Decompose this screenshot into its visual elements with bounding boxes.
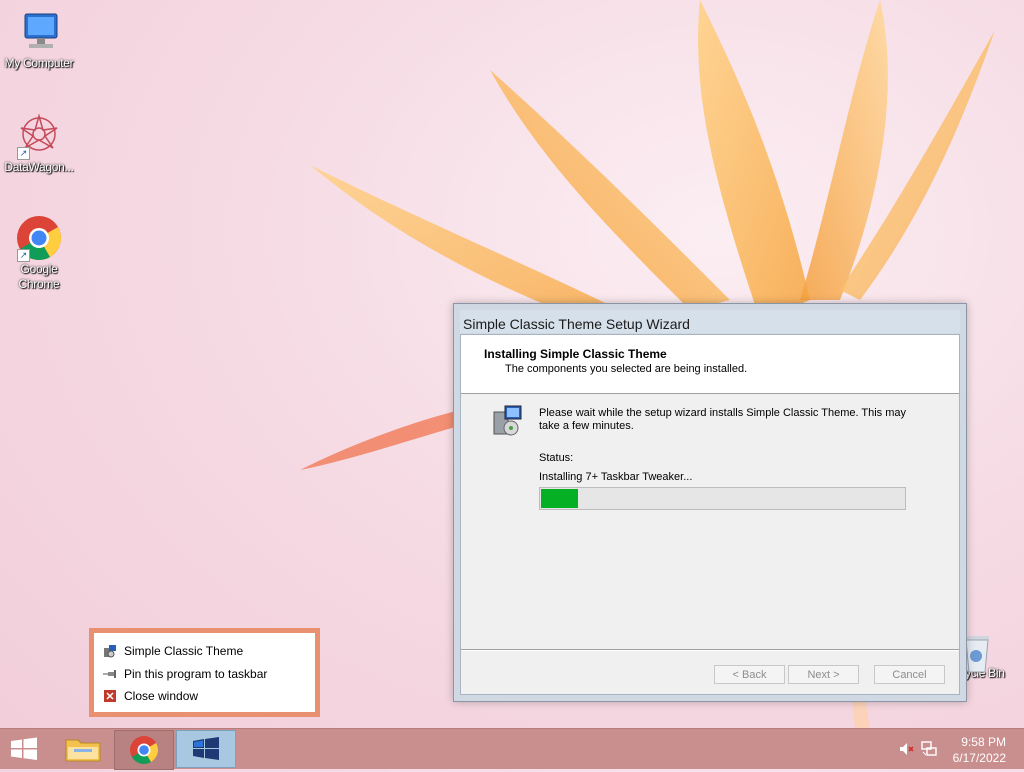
status-text: Installing 7+ Taskbar Tweaker... [539, 471, 693, 483]
system-tray: 9:58 PM 6/17/2022 [884, 729, 1024, 769]
wizard-message: Please wait while the setup wizard insta… [539, 407, 907, 432]
taskbar-jump-list: Simple Classic Theme Pin this program to… [89, 628, 320, 717]
setup-app-icon [193, 737, 219, 760]
wizard-header: Installing Simple Classic Theme The comp… [461, 335, 959, 394]
windows-logo-icon [11, 737, 37, 760]
desktop-icon-label: My Computer [4, 56, 74, 70]
window-title[interactable]: Simple Classic Theme Setup Wizard [460, 310, 960, 333]
jump-list-item-label: Simple Classic Theme [124, 643, 244, 658]
taskbar: 9:58 PM 6/17/2022 [0, 728, 1024, 770]
jump-list-panel: Simple Classic Theme Pin this program to… [94, 633, 315, 712]
divider [461, 649, 959, 651]
jump-list-item-pin[interactable]: Pin this program to taskbar [103, 663, 267, 683]
setup-app-icon [103, 644, 117, 658]
start-button[interactable] [0, 730, 48, 768]
chrome-icon: ↗ [15, 214, 63, 262]
computer-icon [15, 8, 63, 56]
wizard-header-subtitle: The components you selected are being in… [505, 363, 748, 375]
progress-bar-fill [541, 489, 578, 508]
cancel-button[interactable]: Cancel [874, 665, 945, 684]
jump-list-item-label: Close window [124, 688, 199, 703]
taskbar-google-chrome[interactable] [114, 730, 174, 770]
taskbar-file-explorer[interactable] [54, 730, 112, 768]
desktop-icon-label: DataWagon... [4, 160, 74, 174]
shortcut-arrow-icon: ↗ [17, 249, 30, 262]
jump-list-item-label: Pin this program to taskbar [124, 666, 268, 681]
wizard-client-area: Installing Simple Classic Theme The comp… [460, 334, 960, 695]
network-icon[interactable] [920, 740, 938, 758]
setup-wizard-window[interactable]: Simple Classic Theme Setup Wizard Instal… [453, 303, 967, 702]
clock-time: 9:58 PM [961, 735, 1006, 749]
jump-list-item-close[interactable]: Close window [103, 685, 198, 705]
progress-bar [539, 487, 906, 510]
shortcut-arrow-icon: ↗ [17, 147, 30, 160]
back-button[interactable]: < Back [714, 665, 785, 684]
desktop-icon-datawagon[interactable]: ↗ DataWagon... [0, 112, 78, 175]
volume-muted-icon[interactable] [898, 741, 914, 757]
chrome-icon [130, 736, 158, 764]
clock-date: 6/17/2022 [952, 751, 1006, 765]
desktop-icon-label-line2: Chrome [18, 277, 60, 291]
desktop-icon-google-chrome[interactable]: ↗ Google Chrome [0, 214, 78, 292]
desktop-icon-label-line1: Google [20, 262, 58, 276]
jump-list-item-app[interactable]: Simple Classic Theme [103, 640, 243, 660]
installer-icon [491, 404, 525, 438]
close-icon [103, 689, 117, 703]
pin-icon [103, 667, 117, 681]
folder-icon [65, 739, 101, 762]
taskbar-simple-classic-theme-setup[interactable] [176, 730, 236, 768]
desktop-icon-my-computer[interactable]: My Computer [0, 8, 78, 71]
next-button[interactable]: Next > [788, 665, 859, 684]
taskbar-clock[interactable]: 9:58 PM 6/17/2022 [953, 734, 1006, 766]
wizard-header-title: Installing Simple Classic Theme [484, 347, 667, 361]
status-label: Status: [539, 452, 574, 464]
datawagon-icon: ↗ [15, 112, 63, 160]
